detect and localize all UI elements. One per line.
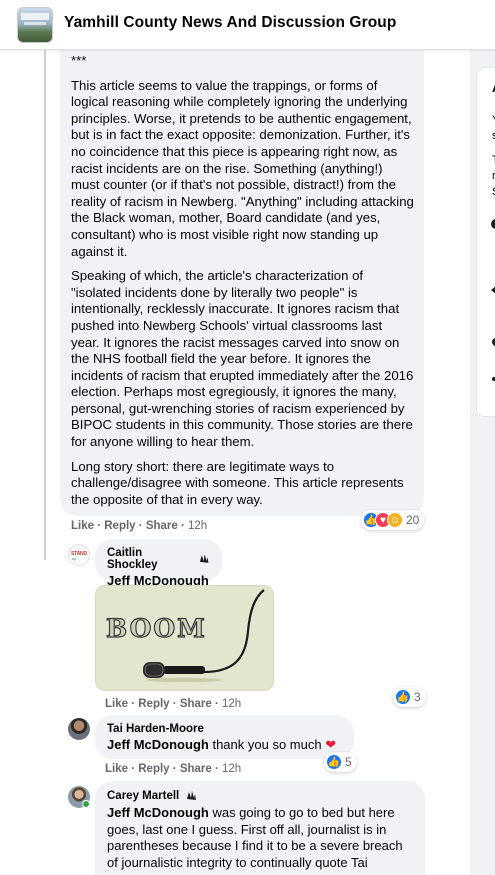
members-icon bbox=[492, 377, 495, 381]
author-name[interactable]: Carey Martell bbox=[107, 790, 179, 802]
comment-author[interactable]: Caitlin Shockley bbox=[107, 547, 210, 571]
author-name[interactable]: Caitlin Shockley bbox=[107, 547, 192, 571]
top-fan-badge-icon bbox=[199, 554, 209, 563]
main-comment-actions: Like · Reply · Share · 12h bbox=[71, 520, 208, 532]
group-header: Yamhill County News And Discussion Group bbox=[0, 0, 495, 50]
reply-button[interactable]: Reply bbox=[138, 763, 169, 775]
location-pin-icon bbox=[492, 338, 495, 346]
reaction-summary[interactable]: 👍 3 bbox=[393, 687, 426, 707]
comment-paragraph: Speaking of which, the article's charact… bbox=[71, 268, 414, 450]
top-fan-badge-icon bbox=[187, 791, 197, 800]
reaction-summary[interactable]: 👍 5 bbox=[324, 752, 357, 772]
mention-link[interactable]: Jeff McDonough bbox=[107, 805, 209, 820]
reply-button[interactable]: Reply bbox=[104, 520, 135, 532]
care-reaction-icon: ☺ bbox=[387, 512, 403, 528]
reply-bubble: Caitlin Shockley Jeff McDonough bbox=[95, 539, 222, 588]
reaction-count: 3 bbox=[414, 690, 421, 704]
author-name[interactable]: Tai Harden-Moore bbox=[107, 723, 204, 735]
share-button[interactable]: Share bbox=[180, 698, 212, 710]
comment-paragraph: This article seems to value the trapping… bbox=[71, 77, 414, 259]
comment-timestamp[interactable]: 12h bbox=[188, 520, 207, 532]
reply-text: thank you so much bbox=[212, 737, 322, 752]
main-comment-bubble: *** This article seems to value the trap… bbox=[60, 50, 424, 516]
online-status-indicator bbox=[82, 800, 90, 808]
share-button[interactable]: Share bbox=[180, 763, 212, 775]
microphone-icon bbox=[143, 589, 265, 683]
reaction-count: 20 bbox=[406, 513, 420, 527]
avatar[interactable]: STAND up bbox=[68, 544, 90, 566]
comment-separator: *** bbox=[71, 53, 87, 68]
reply-actions: Like · Reply · Share · 12h bbox=[105, 763, 242, 775]
like-button[interactable]: Like bbox=[71, 520, 94, 532]
comment-author[interactable]: Carey Martell bbox=[107, 789, 413, 803]
heart-emoji-icon: ❤ bbox=[325, 737, 337, 752]
boom-gif[interactable]: BOOM bbox=[95, 585, 274, 691]
group-cover-thumbnail[interactable] bbox=[17, 7, 53, 43]
comment-author[interactable]: Tai Harden-Moore bbox=[107, 723, 342, 735]
like-button[interactable]: Like bbox=[105, 763, 128, 775]
share-button[interactable]: Share bbox=[146, 520, 178, 532]
group-title[interactable]: Yamhill County News And Discussion Group bbox=[64, 14, 396, 32]
like-reaction-icon: 👍 bbox=[326, 754, 342, 770]
comment-paragraph: Long story short: there are legitimate w… bbox=[71, 458, 404, 507]
reply-button[interactable]: Reply bbox=[138, 698, 169, 710]
mention-link[interactable]: Jeff McDonough bbox=[107, 737, 209, 752]
reaction-count: 5 bbox=[345, 755, 352, 769]
reply-bubble: Tai Harden-Moore Jeff McDonough thank yo… bbox=[95, 715, 354, 759]
about-card: A Y s T r S bbox=[476, 67, 495, 417]
reaction-summary[interactable]: 👍 ♥ ☺ 20 bbox=[361, 510, 425, 530]
reply-actions: Like · Reply · Share · 12h bbox=[105, 698, 242, 710]
like-reaction-icon: 👍 bbox=[395, 689, 411, 705]
avatar[interactable] bbox=[68, 718, 90, 740]
comment-timestamp[interactable]: 12h bbox=[222, 698, 241, 710]
thread-line bbox=[44, 50, 46, 550]
globe-icon bbox=[491, 219, 495, 229]
like-button[interactable]: Like bbox=[105, 698, 128, 710]
comment-timestamp[interactable]: 12h bbox=[222, 763, 241, 775]
reply-bubble: Carey Martell Jeff McDonough was going t… bbox=[95, 781, 425, 875]
eye-icon bbox=[491, 286, 495, 294]
thread-line bbox=[44, 520, 46, 560]
